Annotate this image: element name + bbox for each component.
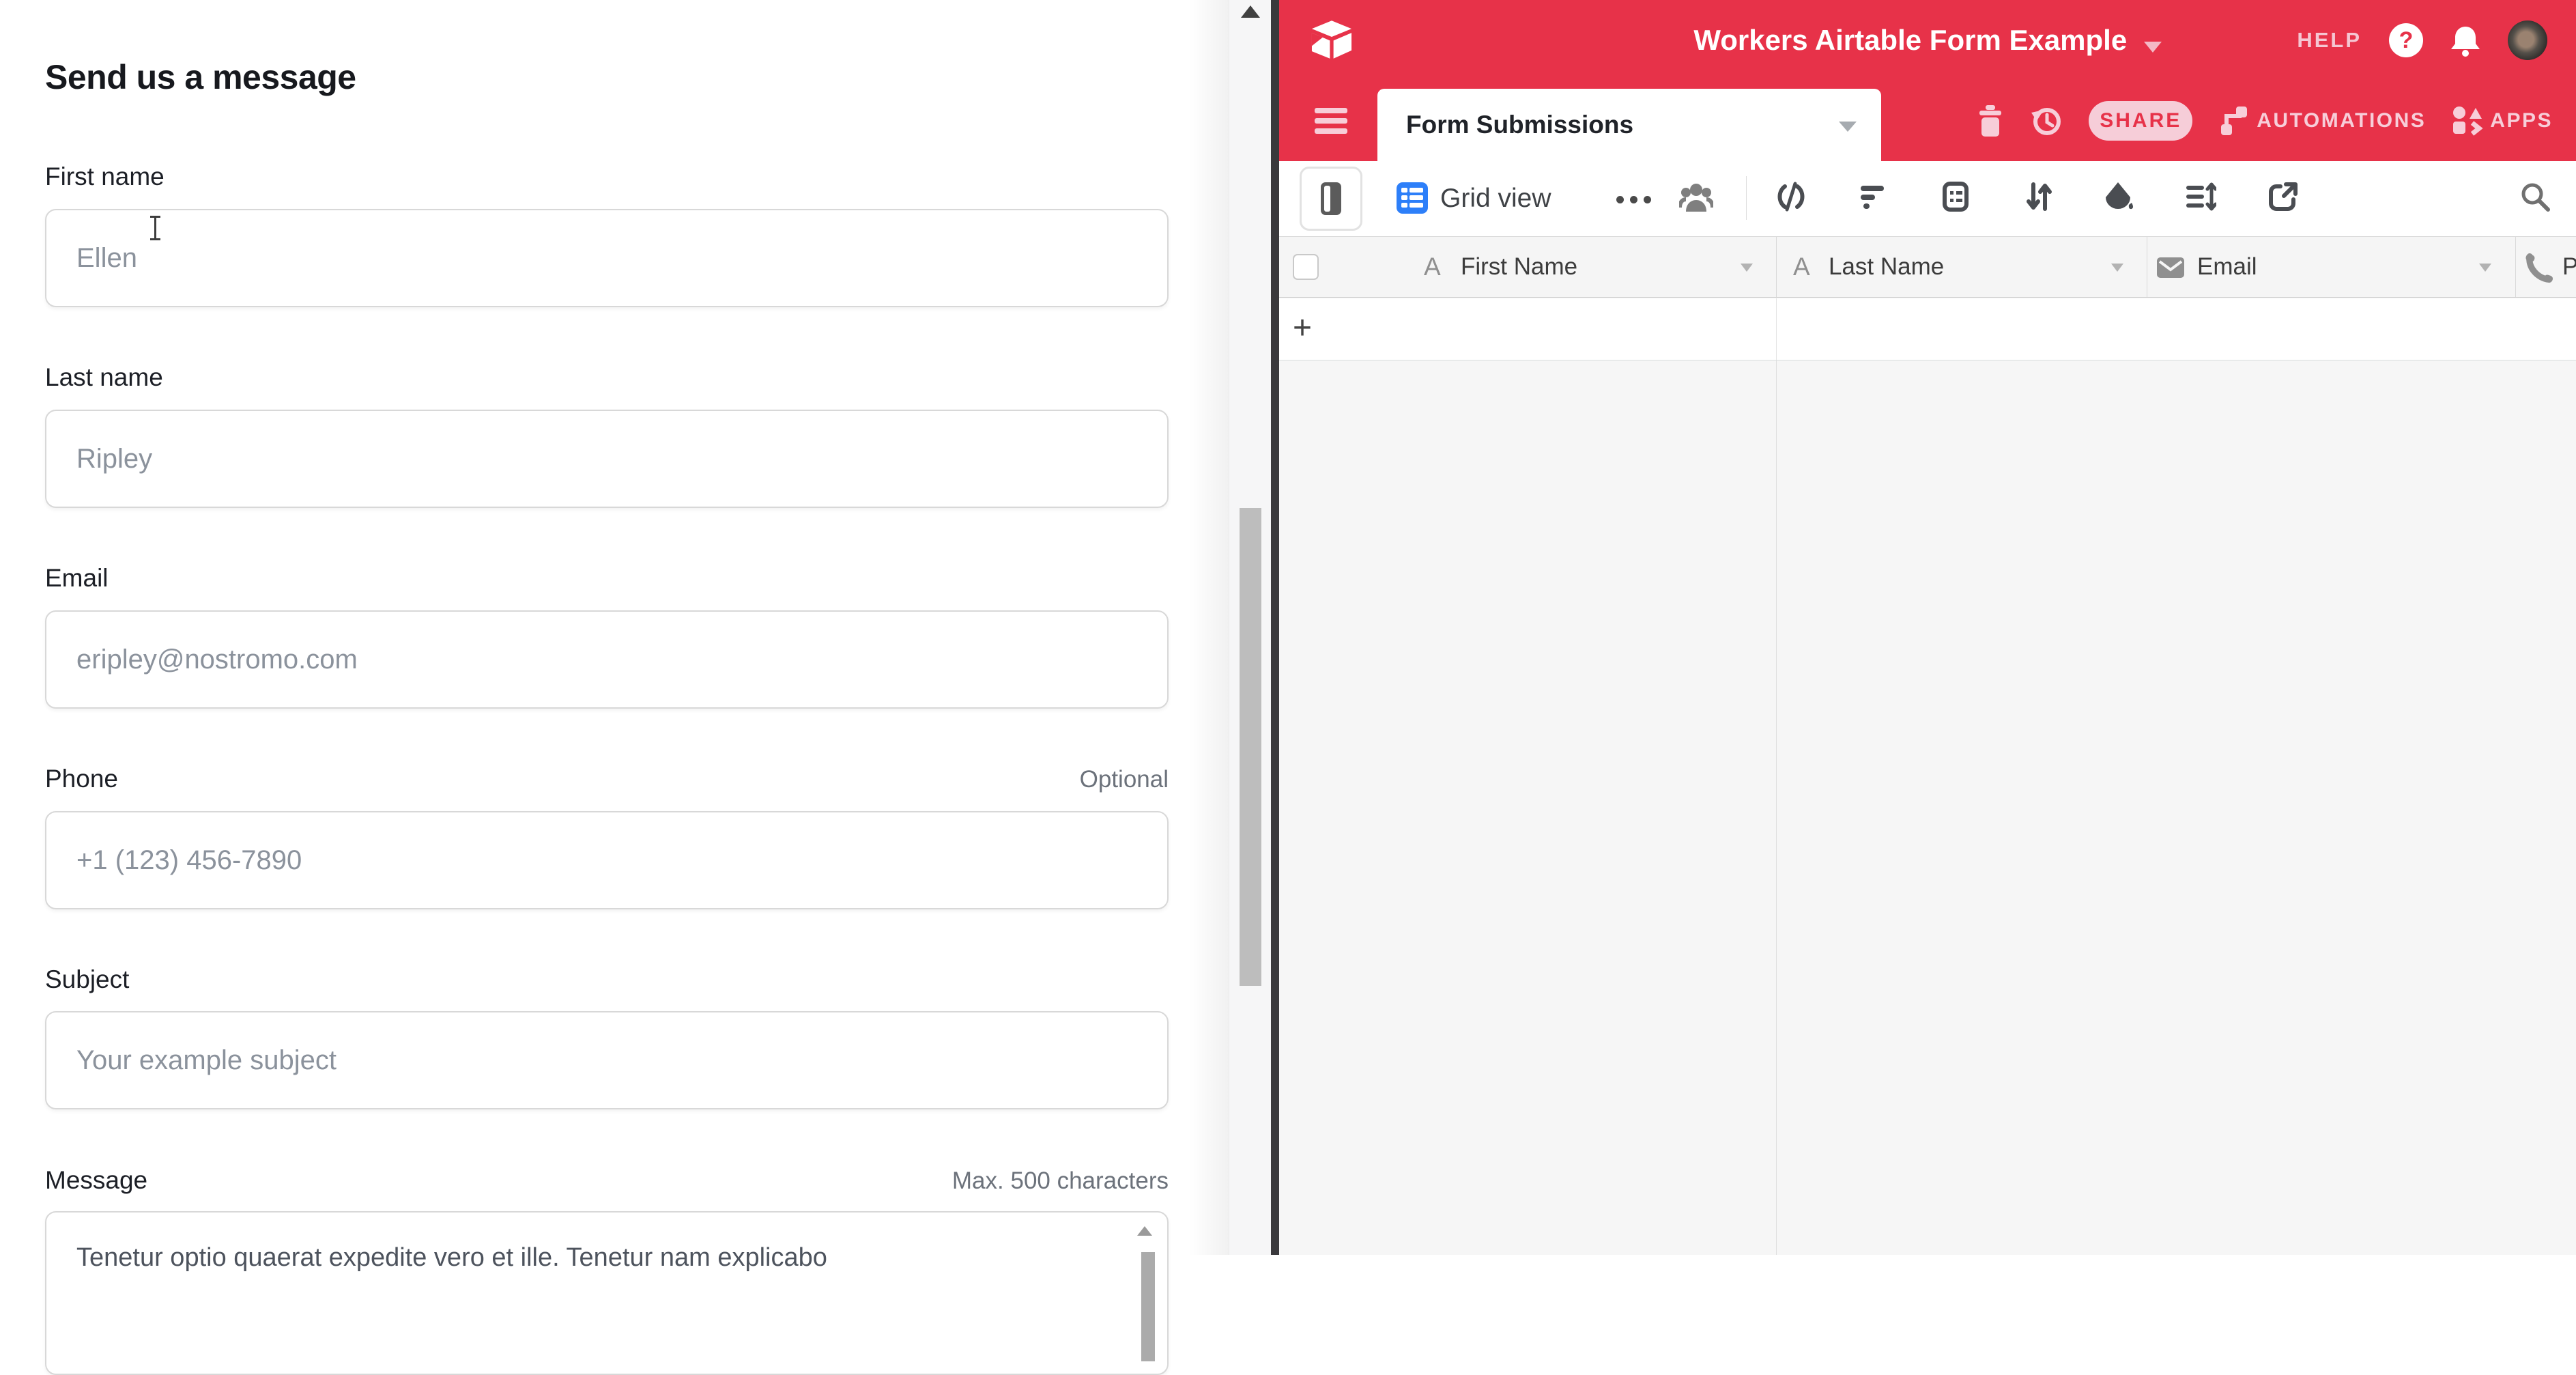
toolbar-divider [1746,176,1747,220]
column-caret-icon[interactable] [2111,264,2123,272]
row-height-icon[interactable] [2184,180,2216,213]
phone-input[interactable] [45,811,1169,909]
column-divider [1776,360,1777,1255]
automations-label: AUTOMATIONS [2257,109,2426,132]
column-divider [1776,298,1777,360]
view-name[interactable]: Grid view [1440,161,1551,236]
message-label: Message [45,1166,147,1195]
grid-empty-area [1279,360,2576,1255]
form-scrollbar[interactable] [1229,0,1271,1255]
subject-input[interactable] [45,1011,1169,1109]
textarea-scrollbar-thumb[interactable] [1141,1252,1155,1361]
last-name-label: Last name [45,363,163,392]
grid-view-icon[interactable] [1397,182,1428,214]
collaborators-icon[interactable] [1679,182,1713,214]
message-textarea[interactable]: Tenetur optio quaerat expedite vero et i… [45,1211,1169,1375]
message-text: Tenetur optio quaerat expedite vero et i… [76,1238,1113,1277]
scrollbar-thumb[interactable] [1240,508,1261,986]
apps-icon [2452,105,2483,137]
sort-icon[interactable] [2022,180,2055,213]
email-field-icon [2157,257,2184,278]
add-record-button[interactable]: + [1293,298,1312,358]
column-header-last-name[interactable]: Last Name [1829,237,1944,297]
column-header-email[interactable]: Email [2197,237,2257,297]
message-maxchars-note: Max. 500 characters [952,1167,1169,1195]
apps-button[interactable]: APPS [2452,105,2553,137]
email-label: Email [45,564,109,593]
base-title[interactable]: Workers Airtable Form Example [1693,24,2127,56]
more-options-icon[interactable] [1616,196,1651,203]
search-icon[interactable] [2519,180,2551,213]
airtable-topbar: Workers Airtable Form Example HELP ? [1279,0,2576,81]
avatar[interactable] [2508,20,2547,60]
share-view-icon[interactable] [2267,180,2300,213]
hide-fields-icon[interactable] [1775,180,1807,213]
first-name-input[interactable] [45,209,1169,307]
contact-form-panel: Send us a message First name Last name E… [0,0,1229,1255]
column-caret-icon[interactable] [2479,264,2491,272]
share-button[interactable]: SHARE [2089,101,2192,141]
column-divider [1776,237,1777,297]
menu-icon[interactable] [1315,108,1347,139]
group-icon[interactable] [1939,180,1972,213]
trash-icon[interactable] [1977,105,2004,137]
color-icon[interactable] [2102,180,2135,213]
base-title-caret-icon[interactable] [2144,42,2162,53]
airtable-tablebar: Form Submissions SHARE AUTOMA [1279,81,2576,161]
filter-icon[interactable] [1856,180,1889,213]
email-input[interactable] [45,610,1169,709]
textarea-scroll-up-icon[interactable] [1137,1226,1152,1236]
add-record-row[interactable]: + [1279,298,2576,360]
column-header-first-name[interactable]: First Name [1461,237,1577,297]
phone-label: Phone [45,765,118,793]
scroll-up-icon[interactable] [1241,5,1260,18]
panel-edge-shadow [1189,0,1229,1255]
window-divider [1271,0,1279,1255]
phone-optional-note: Optional [1080,766,1169,793]
text-cursor [154,216,156,240]
apps-label: APPS [2490,109,2553,132]
help-button[interactable]: HELP [2297,28,2362,53]
last-name-input[interactable] [45,410,1169,508]
tab-form-submissions[interactable]: Form Submissions [1377,89,1881,161]
automations-button[interactable]: AUTOMATIONS [2218,105,2426,137]
grid-header-row: A First Name A Last Name Email Phone [1279,236,2576,298]
column-caret-icon[interactable] [1741,264,1753,272]
subject-label: Subject [45,965,129,994]
automations-icon [2218,105,2250,137]
phone-field-icon [2523,253,2553,283]
column-divider [2515,237,2516,297]
bell-icon[interactable] [2450,24,2480,57]
chevron-down-icon[interactable] [1839,122,1857,132]
table-tab-label: Form Submissions [1406,89,1633,161]
select-all-checkbox[interactable] [1293,254,1319,280]
sidebar-toggle-button[interactable] [1300,167,1362,231]
history-icon[interactable] [2030,104,2063,137]
column-header-phone[interactable]: Phone [2562,237,2576,297]
page-title: Send us a message [45,57,356,97]
view-toolbar: Grid view [1279,161,2576,236]
first-name-label: First name [45,162,164,191]
help-circle-icon[interactable]: ? [2389,23,2423,57]
text-field-icon: A [1424,237,1441,297]
sidebar-panel-icon [1321,182,1341,215]
text-field-icon: A [1793,237,1810,297]
airtable-window: Workers Airtable Form Example HELP ? For… [1279,0,2576,1255]
